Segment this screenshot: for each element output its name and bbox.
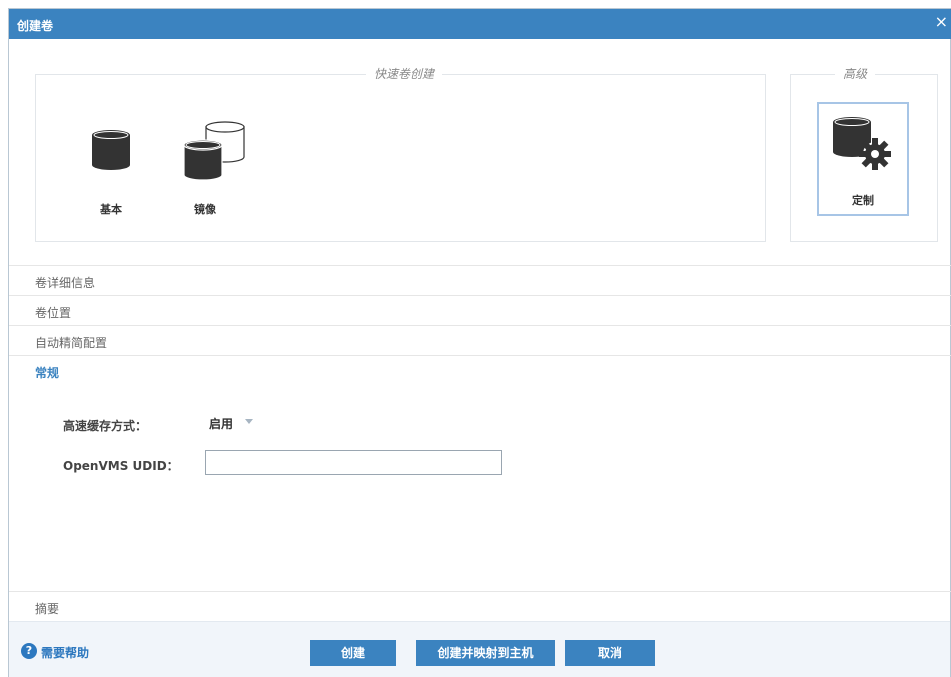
chevron-down-icon [245, 419, 253, 424]
section-label: 常规 [35, 366, 60, 380]
dialog-footer: ? 需要帮助 创建 创建并映射到主机 取消 [9, 621, 950, 677]
quick-create-group: 快速卷创建 基本 镜像 [35, 67, 766, 242]
mirrored-database-icon [183, 121, 245, 181]
mirror-volume-option[interactable]: 镜像 [160, 115, 250, 225]
cancel-button[interactable]: 取消 [565, 640, 655, 666]
mirror-option-label: 镜像 [194, 203, 216, 216]
cache-mode-label: 高速缓存方式： [63, 419, 148, 433]
cache-mode-value: 启用 [209, 417, 234, 431]
section-label: 摘要 [35, 602, 60, 616]
database-gear-icon [833, 117, 891, 170]
custom-volume-option[interactable]: 定制 [817, 102, 909, 216]
section-general[interactable]: 常规 [9, 355, 951, 385]
custom-option-label: 定制 [852, 194, 874, 207]
create-volume-dialog: 创建卷 × 快速卷创建 基本 镜像 高级 定制 卷详细信息 卷位置 自动精简配置… [8, 8, 951, 677]
close-icon[interactable]: × [935, 13, 948, 31]
help-icon: ? [21, 643, 37, 659]
advanced-legend: 高级 [835, 67, 876, 81]
create-button[interactable]: 创建 [310, 640, 396, 666]
section-label: 自动精简配置 [35, 336, 108, 350]
section-thin-provisioning[interactable]: 自动精简配置 [9, 325, 951, 355]
basic-option-label: 基本 [100, 203, 122, 216]
quick-create-legend: 快速卷创建 [366, 67, 443, 81]
dialog-titlebar: 创建卷 × [9, 9, 951, 39]
cache-mode-select[interactable]: 启用 [205, 410, 263, 434]
openvms-udid-label: OpenVMS UDID： [63, 459, 179, 473]
section-summary[interactable]: 摘要 [9, 591, 951, 621]
openvms-udid-input[interactable] [205, 450, 502, 475]
section-label: 卷详细信息 [35, 276, 96, 290]
section-label: 卷位置 [35, 306, 72, 320]
help-label: 需要帮助 [41, 646, 90, 660]
create-and-map-button[interactable]: 创建并映射到主机 [416, 640, 555, 666]
section-volume-location[interactable]: 卷位置 [9, 295, 951, 325]
basic-volume-option[interactable]: 基本 [66, 115, 156, 225]
database-icon [92, 130, 130, 170]
advanced-group: 高级 定制 [790, 67, 938, 242]
dialog-title: 创建卷 [17, 19, 54, 33]
section-volume-details[interactable]: 卷详细信息 [9, 265, 951, 295]
